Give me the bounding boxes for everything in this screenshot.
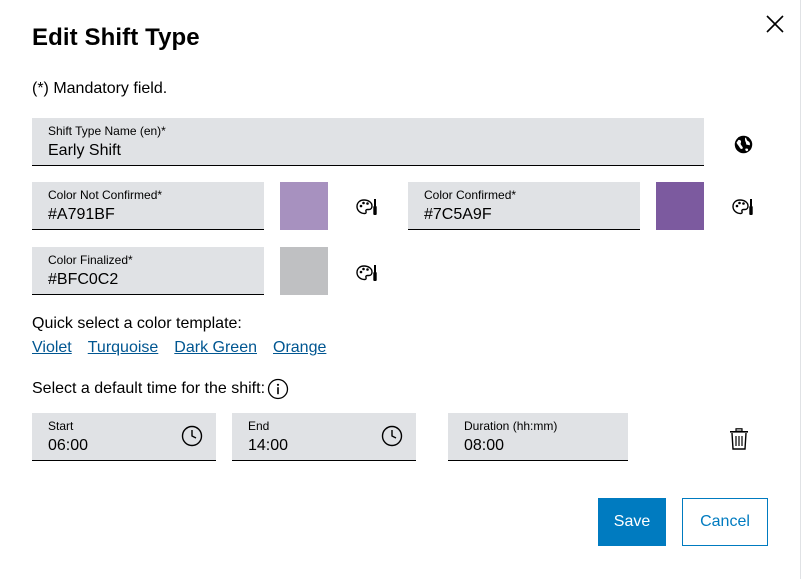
default-time-label: Select a default time for the shift:: [32, 380, 266, 397]
save-button[interactable]: Save: [598, 498, 666, 546]
duration-field[interactable]: Duration (hh:mm) 08:00: [448, 413, 628, 461]
shift-type-name-value: Early Shift: [48, 142, 121, 159]
color-finalized-picker-button[interactable]: [356, 264, 378, 287]
default-time-label-row: Select a default time for the shift:: [32, 378, 289, 400]
dialog-title: Edit Shift Type: [32, 24, 200, 51]
color-confirmed-field[interactable]: Color Confirmed* #7C5A9F: [408, 182, 640, 230]
globe-icon: [734, 135, 753, 154]
template-link-turquoise[interactable]: Turquoise: [88, 339, 159, 356]
cancel-button[interactable]: Cancel: [682, 498, 768, 546]
color-not-confirmed-label: Color Not Confirmed*: [48, 188, 163, 202]
template-link-dark-green[interactable]: Dark Green: [174, 339, 257, 356]
start-time-label: Start: [48, 419, 74, 433]
color-template-label: Quick select a color template:: [32, 315, 242, 332]
palette-icon: [356, 199, 377, 215]
color-not-confirmed-value: #A791BF: [48, 206, 115, 223]
clock-icon: [381, 425, 403, 447]
shift-type-name-field[interactable]: Shift Type Name (en)* Early Shift: [32, 118, 704, 166]
mandatory-note: (*) Mandatory field.: [32, 80, 168, 97]
color-not-confirmed-swatch: [280, 182, 328, 230]
close-button[interactable]: [764, 13, 786, 35]
color-finalized-field[interactable]: Color Finalized* #BFC0C2: [32, 247, 264, 295]
color-confirmed-picker-button[interactable]: [732, 198, 754, 221]
duration-label: Duration (hh:mm): [464, 419, 558, 433]
language-button[interactable]: [733, 134, 754, 160]
edit-shift-type-dialog: Edit Shift Type (*) Mandatory field. Shi…: [0, 0, 801, 579]
color-finalized-swatch: [280, 247, 328, 295]
color-template-links: Violet Turquoise Dark Green Orange: [32, 339, 342, 357]
template-link-violet[interactable]: Violet: [32, 339, 72, 356]
end-time-picker-button[interactable]: [381, 425, 403, 452]
end-time-label: End: [248, 419, 270, 433]
color-not-confirmed-picker-button[interactable]: [356, 198, 378, 221]
palette-icon: [356, 265, 377, 281]
duration-value: 08:00: [464, 437, 505, 454]
shift-type-name-label: Shift Type Name (en)*: [48, 124, 166, 138]
color-confirmed-value: #7C5A9F: [424, 206, 492, 223]
delete-time-button[interactable]: [729, 428, 749, 455]
color-finalized-label: Color Finalized*: [48, 253, 133, 267]
color-finalized-value: #BFC0C2: [48, 271, 119, 288]
info-icon[interactable]: [267, 378, 289, 400]
trash-icon: [730, 428, 748, 450]
clock-icon: [181, 425, 203, 447]
color-confirmed-label: Color Confirmed*: [424, 188, 517, 202]
start-time-picker-button[interactable]: [181, 425, 203, 452]
template-link-orange[interactable]: Orange: [273, 339, 326, 356]
start-time-value: 06:00: [48, 437, 89, 454]
color-not-confirmed-field[interactable]: Color Not Confirmed* #A791BF: [32, 182, 264, 230]
close-icon: [766, 15, 784, 33]
end-time-value: 14:00: [248, 437, 289, 454]
color-confirmed-swatch: [656, 182, 704, 230]
palette-icon: [732, 199, 753, 215]
